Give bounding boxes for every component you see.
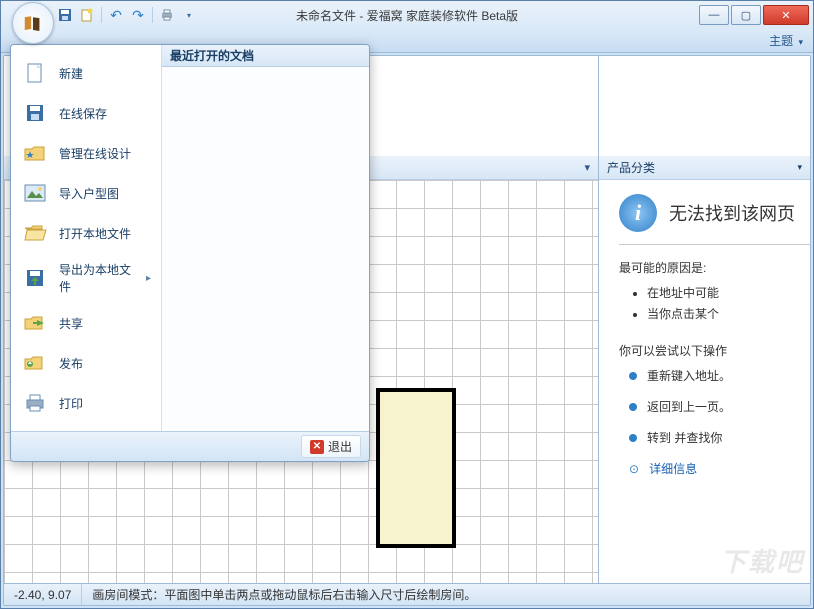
chevron-down-icon: ▾ [798, 37, 803, 47]
app-menu-button[interactable] [12, 2, 54, 44]
exit-label: 退出 [328, 438, 352, 455]
error-cause-list: 在地址中可能 当你点击某个 [619, 284, 810, 322]
menu-item-label: 在线保存 [59, 105, 107, 122]
qat-new-icon[interactable] [79, 7, 95, 23]
quick-access-toolbar: ↶ ↷ ▾ [57, 7, 197, 23]
app-menu-recent: 最近打开的文档 [161, 45, 369, 431]
list-item: 重新键入地址。 [629, 367, 810, 384]
publish-icon [21, 351, 49, 375]
minimize-button[interactable]: — [699, 5, 729, 25]
menu-item-manage[interactable]: 管理在线设计 [15, 133, 157, 173]
menu-item-print[interactable]: 打印 [15, 383, 157, 423]
list-item: 在地址中可能 [647, 284, 810, 301]
error-try-list: 重新键入地址。 返回到上一页。 转到 并查找你 ⊙详细信息 [619, 367, 810, 477]
right-panel-body: i 无法找到该网页 最可能的原因是: 在地址中可能 当你点击某个 你可以尝试以下… [599, 180, 810, 583]
theme-dropdown[interactable]: 主题 ▾ [769, 32, 803, 49]
divider [619, 244, 810, 245]
title-bar: ↶ ↷ ▾ 未命名文件 - 爱福窝 家庭装修软件 Beta版 — ▢ ✕ [1, 1, 813, 29]
qat-undo-icon[interactable]: ↶ [108, 7, 124, 23]
menu-item-label: 导出为本地文件 [59, 261, 136, 295]
save-icon [21, 101, 49, 125]
app-menu: 新建 在线保存 管理在线设计 导入户型图 打开本地文件 [10, 44, 370, 462]
qat-print-icon[interactable] [159, 7, 175, 23]
list-item: 当你点击某个 [647, 305, 810, 322]
menu-item-label: 新建 [59, 65, 83, 82]
folder-open-icon [21, 221, 49, 245]
app-menu-footer: ✕ 退出 [11, 431, 369, 461]
menu-item-new[interactable]: 新建 [15, 53, 157, 93]
menu-item-import-plan[interactable]: 导入户型图 [15, 173, 157, 213]
right-panel: 产品分类 ▾ i 无法找到该网页 最可能的原因是: 在地址中可能 当你点击某个 … [598, 56, 810, 583]
window-title: 未命名文件 - 爱福窝 家庭装修软件 Beta版 [296, 7, 518, 24]
menu-item-share[interactable]: 共享 [15, 303, 157, 343]
menu-item-label: 导入户型图 [59, 185, 119, 202]
close-button[interactable]: ✕ [763, 5, 809, 25]
bullet-icon [629, 403, 637, 411]
status-hint: 画房间模式：平面图中单击两点或拖动鼠标后右击输入尺寸后绘制房间。 [82, 584, 810, 605]
image-icon [21, 181, 49, 205]
chevron-down-icon: ▾ [797, 162, 802, 173]
list-item: 返回到上一页。 [629, 398, 810, 415]
app-menu-items: 新建 在线保存 管理在线设计 导入户型图 打开本地文件 [11, 45, 161, 431]
menu-item-open-local[interactable]: 打开本地文件 [15, 213, 157, 253]
bullet-icon [629, 372, 637, 380]
menu-item-export-local[interactable]: 导出为本地文件 ▸ [15, 253, 157, 303]
status-bar: -2.40, 9.07 画房间模式：平面图中单击两点或拖动鼠标后右击输入尺寸后绘… [4, 583, 810, 605]
app-window: ↶ ↷ ▾ 未命名文件 - 爱福窝 家庭装修软件 Beta版 — ▢ ✕ 主题 … [0, 0, 814, 609]
qat-dropdown-icon[interactable]: ▾ [181, 7, 197, 23]
menu-item-label: 发布 [59, 355, 83, 372]
chevron-right-icon: ▸ [146, 273, 151, 284]
new-file-icon [21, 61, 49, 85]
menu-item-label: 打开本地文件 [59, 225, 131, 242]
list-item: 转到 并查找你 [629, 429, 810, 446]
menu-item-label: 管理在线设计 [59, 145, 131, 162]
theme-label: 主题 [769, 34, 793, 48]
folder-star-icon [21, 141, 49, 165]
maximize-button[interactable]: ▢ [731, 5, 761, 25]
room-shape[interactable] [376, 388, 456, 548]
print-icon [21, 391, 49, 415]
qat-redo-icon[interactable]: ↷ [130, 7, 146, 23]
qat-separator [101, 7, 102, 23]
menu-item-label: 打印 [59, 395, 83, 412]
canvas-dropdown[interactable]: ▾ [584, 161, 590, 174]
close-icon: ✕ [310, 440, 324, 454]
status-coords: -2.40, 9.07 [4, 584, 82, 605]
menu-item-label: 共享 [59, 315, 83, 332]
menu-item-save-online[interactable]: 在线保存 [15, 93, 157, 133]
recent-header: 最近打开的文档 [162, 45, 369, 67]
error-try-header: 你可以尝试以下操作 [619, 342, 810, 359]
info-icon: i [619, 194, 657, 232]
error-cause-header: 最可能的原因是: [619, 259, 810, 276]
qat-save-icon[interactable] [57, 7, 73, 23]
qat-separator [152, 7, 153, 23]
list-item[interactable]: ⊙详细信息 [629, 460, 810, 477]
exit-button[interactable]: ✕ 退出 [301, 435, 361, 458]
expand-icon: ⊙ [629, 462, 639, 476]
window-buttons: — ▢ ✕ [699, 5, 813, 25]
right-panel-title: 产品分类 [607, 159, 655, 176]
menu-item-publish[interactable]: 发布 [15, 343, 157, 383]
share-icon [21, 311, 49, 335]
export-icon [21, 266, 49, 290]
right-panel-header[interactable]: 产品分类 ▾ [599, 156, 810, 180]
bullet-icon [629, 434, 637, 442]
